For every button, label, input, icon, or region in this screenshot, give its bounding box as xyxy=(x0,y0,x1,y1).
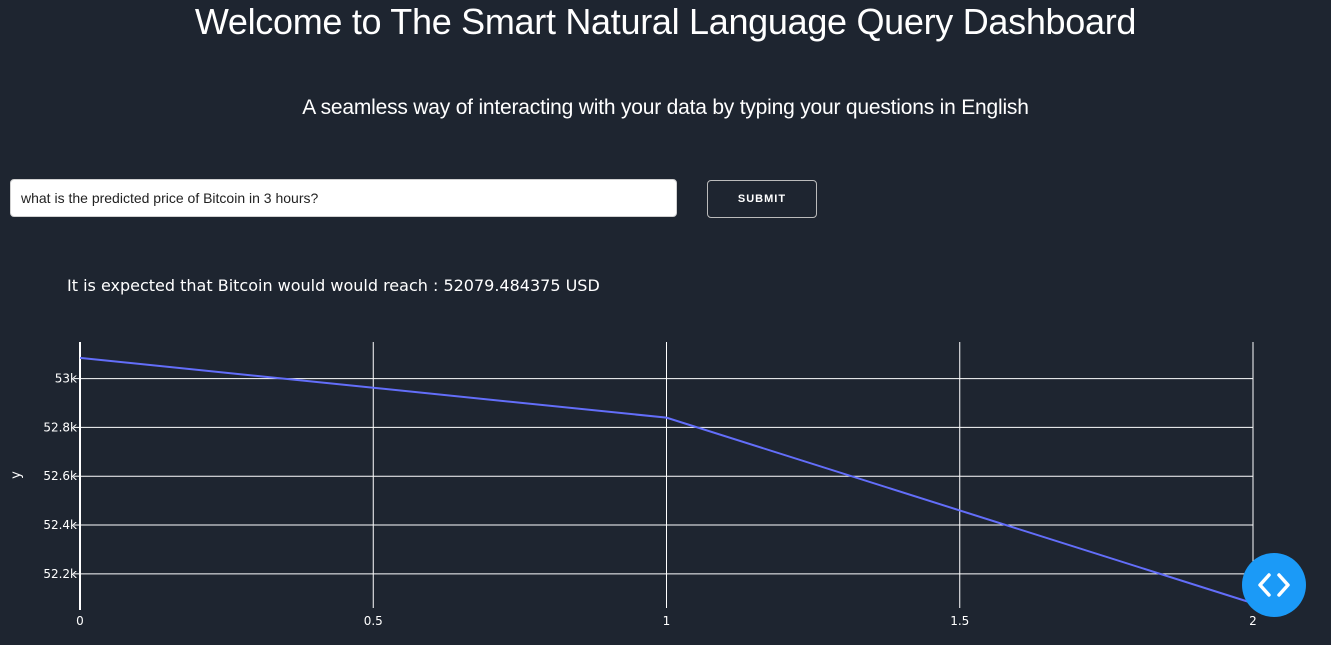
y-tick-label: 52.4k xyxy=(43,518,77,532)
x-tick-label: 2 xyxy=(1249,614,1257,628)
code-toggle-button[interactable] xyxy=(1242,553,1306,617)
dashboard-page: Welcome to The Smart Natural Language Qu… xyxy=(0,0,1331,645)
code-brackets-icon xyxy=(1258,573,1290,597)
y-tick-label: 52.6k xyxy=(43,469,77,483)
x-tick-label: 0 xyxy=(76,614,84,628)
x-tick-label: 1.5 xyxy=(950,614,969,628)
chart-grid xyxy=(80,342,1254,608)
price-line-chart: 52.2k 52.4k 52.6k 52.8k 53k 0 0.5 1 1.5 2 y xyxy=(9,342,1257,628)
x-tick-label: 1 xyxy=(663,614,671,628)
y-axis-title: y xyxy=(9,471,24,479)
x-tick-label: 0.5 xyxy=(364,614,383,628)
y-tick-label: 52.8k xyxy=(43,420,77,434)
chart-tick-labels: 52.2k 52.4k 52.6k 52.8k 53k 0 0.5 1 1.5 2 xyxy=(43,372,1256,628)
y-tick-label: 52.2k xyxy=(43,567,77,581)
y-tick-label: 53k xyxy=(55,372,77,386)
